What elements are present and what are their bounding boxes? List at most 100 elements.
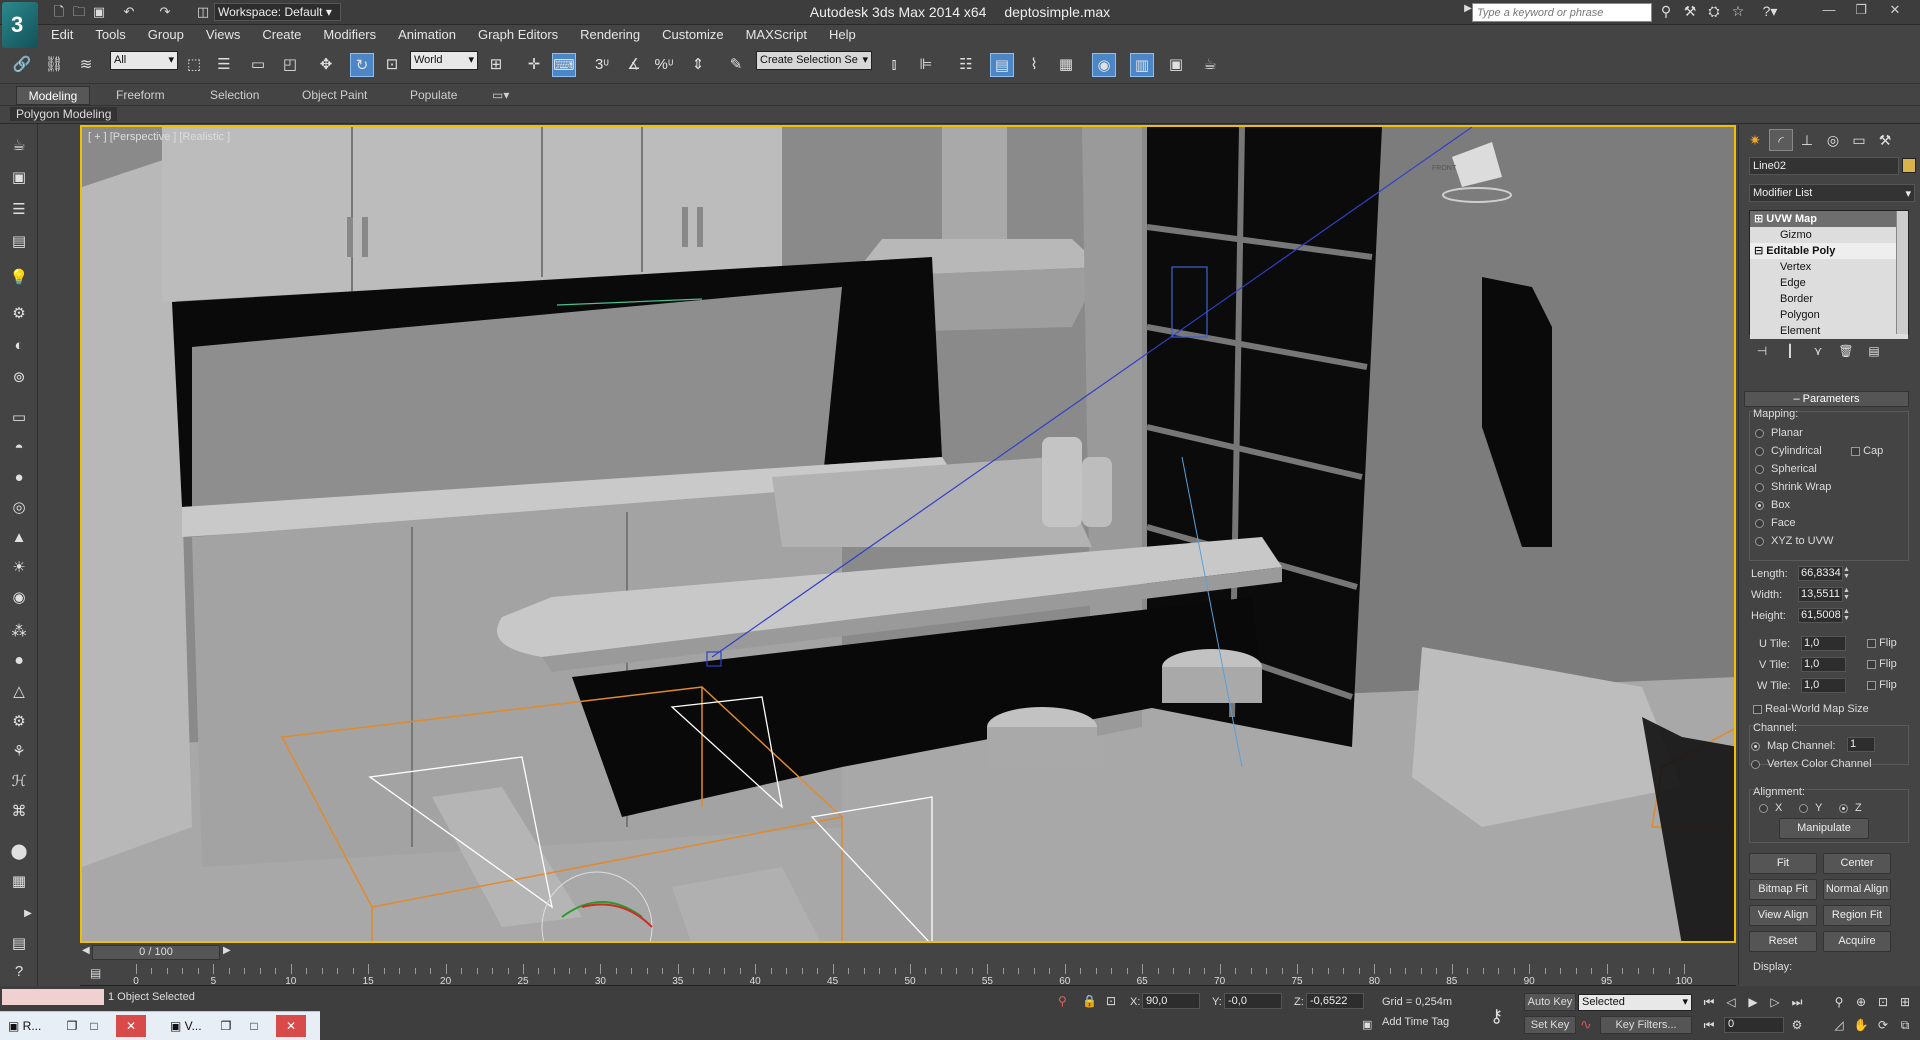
- layer-explorer-icon[interactable]: ▤: [7, 230, 31, 254]
- flip-v-checkbox[interactable]: Flip: [1867, 657, 1897, 672]
- key-icon[interactable]: ⚷: [1490, 1006, 1503, 1027]
- dynamics-icon[interactable]: ⚫: [7, 650, 31, 674]
- stack-scrollbar[interactable]: [1896, 211, 1908, 334]
- polygon-modeling-panel[interactable]: Polygon Modeling: [10, 107, 118, 121]
- favorites-star-icon[interactable]: ☆: [1728, 3, 1748, 21]
- flip-u-checkbox[interactable]: Flip: [1867, 636, 1897, 651]
- menu-edit[interactable]: Edit: [40, 25, 84, 44]
- render-production-icon[interactable]: ☕: [1198, 53, 1222, 77]
- restore-window-icon[interactable]: ❐: [216, 1015, 236, 1037]
- select-object-icon[interactable]: ⬚: [182, 53, 206, 77]
- field-of-view-icon[interactable]: ◿: [1830, 1017, 1848, 1033]
- bind-space-warp-icon[interactable]: ≋: [74, 53, 98, 77]
- tab-freeform[interactable]: Freeform: [108, 86, 173, 105]
- tab-populate[interactable]: Populate: [402, 86, 465, 105]
- maximize-window-icon[interactable]: □: [244, 1015, 264, 1037]
- binoculars-icon[interactable]: ⚲: [1656, 3, 1676, 21]
- stack-item-gizmo[interactable]: Gizmo: [1750, 227, 1908, 243]
- radio-box[interactable]: Box: [1755, 498, 1790, 513]
- modifier-list-dropdown[interactable]: Modifier List ▾: [1749, 184, 1915, 202]
- stack-icon[interactable]: ▤: [7, 932, 31, 956]
- length-spinner[interactable]: ▲ ▼: [1843, 566, 1851, 581]
- previous-frame-icon[interactable]: ◁: [1722, 994, 1740, 1010]
- undo-icon[interactable]: ↶: [120, 3, 138, 21]
- menu-tools[interactable]: Tools: [84, 25, 136, 44]
- close-window-icon[interactable]: ✕: [276, 1015, 306, 1037]
- tab-object-paint[interactable]: Object Paint: [294, 86, 375, 105]
- time-config-icon[interactable]: ⚙: [1788, 1017, 1806, 1033]
- modifier-stack[interactable]: ⊞ UVW Map Gizmo ⊟ Editable Poly Vertex E…: [1749, 210, 1909, 339]
- region-fit-button[interactable]: Region Fit: [1823, 905, 1891, 926]
- width-field[interactable]: 13,5511: [1798, 587, 1843, 602]
- menu-modifiers[interactable]: Modifiers: [312, 25, 387, 44]
- torus-icon[interactable]: ◎: [7, 496, 31, 520]
- flip-w-checkbox[interactable]: Flip: [1867, 678, 1897, 693]
- task-item-viewer[interactable]: ▣ V...: [170, 1015, 202, 1037]
- mini-curve-editor-icon[interactable]: ▤: [90, 966, 101, 980]
- zoom-all-icon[interactable]: ⊕: [1852, 994, 1870, 1010]
- close-icon[interactable]: ✕: [1880, 0, 1910, 20]
- pan-icon[interactable]: ✋: [1852, 1017, 1870, 1033]
- spinner-snap-icon[interactable]: ⇕: [686, 53, 710, 77]
- ribbon-options-icon[interactable]: ▭▾: [484, 86, 517, 105]
- modify-tab-icon[interactable]: ◜: [1769, 129, 1793, 151]
- manipulate-button[interactable]: Manipulate: [1779, 818, 1869, 839]
- stack-item-vertex[interactable]: Vertex: [1750, 259, 1908, 275]
- current-frame-field[interactable]: 0: [1724, 1017, 1784, 1033]
- material-editor-icon[interactable]: ◉: [1092, 53, 1116, 77]
- object-name-field[interactable]: Line02: [1749, 157, 1899, 175]
- menu-animation[interactable]: Animation: [387, 25, 467, 44]
- maximize-window-icon[interactable]: □: [84, 1015, 104, 1037]
- scale-icon[interactable]: ⊡: [380, 53, 404, 77]
- gear-icon[interactable]: ⚙: [7, 710, 31, 734]
- play-icon[interactable]: ▶: [1744, 994, 1762, 1010]
- render-frame-icon[interactable]: ▣: [7, 166, 31, 190]
- set-key-button[interactable]: Set Key: [1524, 1016, 1576, 1034]
- perspective-viewport[interactable]: [ + ] [Perspective ] [Realistic ] FRONT: [80, 125, 1736, 943]
- sphere-icon[interactable]: ●: [7, 466, 31, 490]
- wtile-field[interactable]: 1,0: [1801, 678, 1846, 693]
- help-circle-icon[interactable]: ?: [7, 960, 31, 984]
- task-item-render[interactable]: ▣ R...: [8, 1015, 41, 1037]
- teapot-icon[interactable]: ☕: [7, 134, 31, 158]
- z-coordinate-field[interactable]: -0,6522: [1306, 993, 1364, 1009]
- schematic-view-icon[interactable]: ▦: [1054, 53, 1078, 77]
- radio-vertex-color-channel[interactable]: Vertex Color Channel: [1751, 757, 1872, 772]
- graphite-ribbon-icon[interactable]: ▤: [990, 53, 1014, 77]
- reset-button[interactable]: Reset: [1749, 931, 1817, 952]
- curve-editor-icon[interactable]: ⌇: [1022, 53, 1046, 77]
- display-tab-icon[interactable]: ▭: [1847, 129, 1871, 151]
- light-bulb-icon[interactable]: 💡: [7, 266, 31, 290]
- remove-modifier-icon[interactable]: 🗑: [1835, 341, 1857, 361]
- new-file-icon[interactable]: 🗋: [50, 3, 68, 21]
- tools-icon[interactable]: ⚒: [1680, 3, 1700, 21]
- grass-icon[interactable]: ⚘: [7, 740, 31, 764]
- hemisphere-icon[interactable]: ◓: [7, 436, 31, 460]
- lock-icon[interactable]: 🔒: [1082, 994, 1097, 1008]
- unlink-icon[interactable]: ⛓: [42, 53, 66, 77]
- viewport-label[interactable]: [ + ] [Perspective ] [Realistic ]: [88, 131, 230, 143]
- bitmap-fit-button[interactable]: Bitmap Fit: [1749, 879, 1817, 900]
- y-coordinate-field[interactable]: -0,0: [1224, 993, 1282, 1009]
- workspace-dropdown[interactable]: Workspace: Default ▾: [214, 3, 341, 21]
- radio-xyz-to-uvw[interactable]: XYZ to UVW: [1755, 534, 1833, 549]
- snaps-toggle-icon[interactable]: 3ᶸ: [590, 53, 614, 77]
- rectangular-region-icon[interactable]: ▭: [246, 53, 270, 77]
- key-filters-button[interactable]: Key Filters...: [1600, 1016, 1692, 1034]
- configure-sets-icon[interactable]: ▤: [1863, 341, 1885, 361]
- radio-cylindrical[interactable]: Cylindrical: [1755, 444, 1822, 459]
- add-time-tag[interactable]: Add Time Tag: [1382, 1016, 1449, 1028]
- auto-key-button[interactable]: Auto Key: [1524, 993, 1576, 1011]
- sun-icon[interactable]: ☀: [7, 556, 31, 580]
- radio-spherical[interactable]: Spherical: [1755, 462, 1817, 477]
- stack-item-border[interactable]: Border: [1750, 291, 1908, 307]
- utile-field[interactable]: 1,0: [1801, 636, 1846, 651]
- select-by-name-icon[interactable]: ☰: [212, 53, 236, 77]
- stack-item-uvw-map[interactable]: ⊞ UVW Map: [1750, 211, 1908, 227]
- angle-snap-icon[interactable]: ∡: [622, 53, 646, 77]
- go-to-end-icon[interactable]: ⏭: [1788, 994, 1806, 1010]
- create-tab-icon[interactable]: ✷: [1743, 129, 1767, 151]
- help-icon[interactable]: ?▾: [1760, 3, 1780, 21]
- selection-filter-dropdown[interactable]: All ▾: [110, 51, 178, 70]
- named-selection-dropdown[interactable]: Create Selection Se ▾: [756, 51, 872, 70]
